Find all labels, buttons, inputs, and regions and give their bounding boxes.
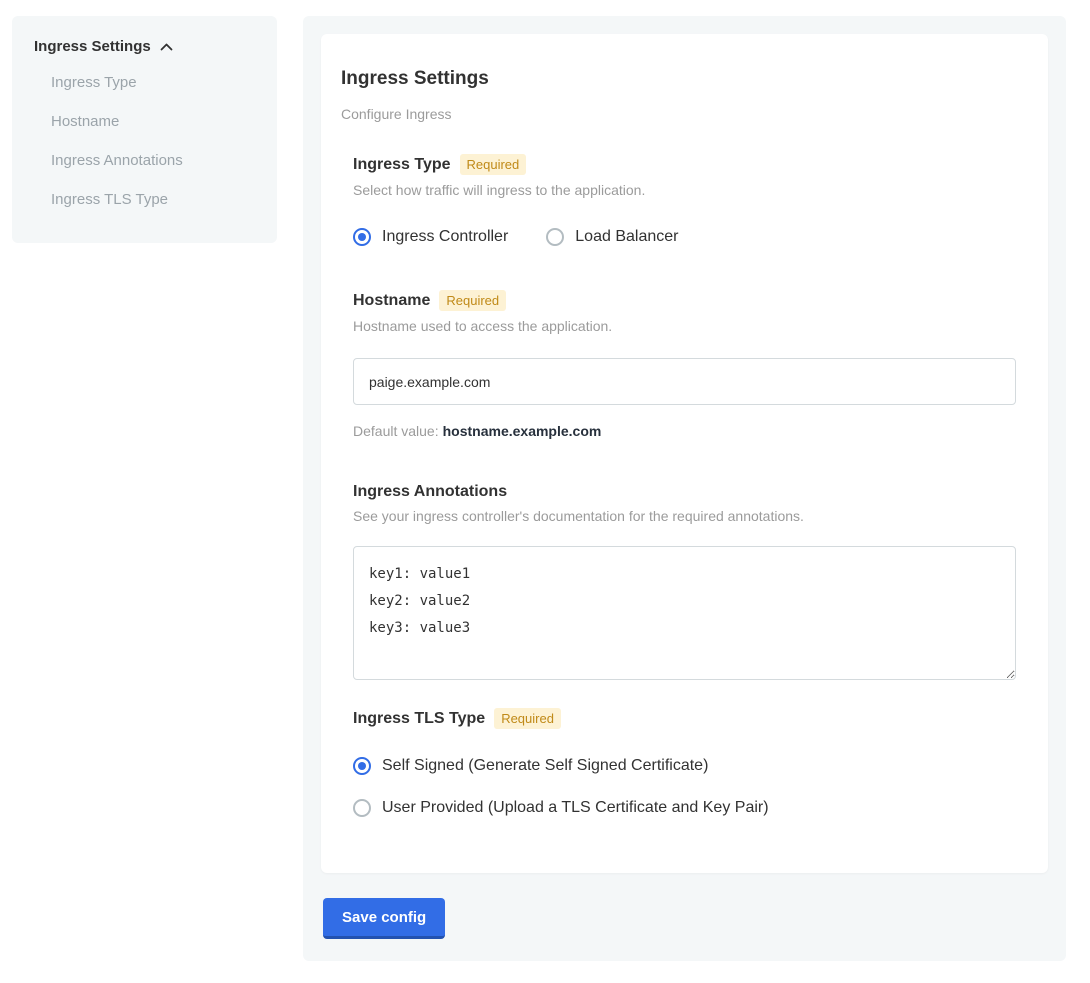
page-subtitle: Configure Ingress	[341, 106, 1028, 122]
radio-icon	[546, 228, 564, 246]
group-hostname: Hostname Required Hostname used to acces…	[353, 290, 1016, 439]
default-prefix: Default value:	[353, 423, 439, 439]
hostname-help: Hostname used to access the application.	[353, 318, 1016, 334]
radio-icon	[353, 799, 371, 817]
radio-label: Load Balancer	[575, 228, 678, 246]
group-ingress-tls-type: Ingress TLS Type Required Self Signed (G…	[353, 708, 1016, 817]
ingress-type-help: Select how traffic will ingress to the a…	[353, 182, 1016, 198]
config-card: Ingress Settings Configure Ingress Ingre…	[321, 34, 1048, 873]
radio-icon	[353, 757, 371, 775]
group-ingress-type: Ingress Type Required Select how traffic…	[353, 154, 1016, 246]
sidebar-group-title: Ingress Settings	[34, 38, 151, 55]
tls-type-label: Ingress TLS Type	[353, 710, 485, 728]
hostname-label: Hostname	[353, 292, 430, 310]
page-title: Ingress Settings	[341, 68, 1028, 90]
sidebar-group-ingress-settings[interactable]: Ingress Settings	[34, 38, 257, 55]
save-config-button[interactable]: Save config	[323, 898, 445, 939]
radio-icon	[353, 228, 371, 246]
chevron-up-icon	[160, 43, 173, 51]
sidebar-item-hostname[interactable]: Hostname	[34, 102, 257, 141]
radio-self-signed[interactable]: Self Signed (Generate Self Signed Certif…	[353, 757, 708, 775]
tls-type-options: Self Signed (Generate Self Signed Certif…	[353, 757, 1016, 817]
config-sidebar: Ingress Settings Ingress Type Hostname I…	[12, 16, 277, 243]
page-layout: Ingress Settings Ingress Type Hostname I…	[0, 0, 1090, 983]
required-badge: Required	[460, 154, 527, 175]
radio-label: Ingress Controller	[382, 228, 508, 246]
hostname-default-line: Default value:hostname.example.com	[353, 423, 1016, 439]
required-badge: Required	[494, 708, 561, 729]
radio-label: Self Signed (Generate Self Signed Certif…	[382, 757, 708, 775]
sidebar-item-ingress-tls-type[interactable]: Ingress TLS Type	[34, 180, 257, 219]
form-body: Ingress Type Required Select how traffic…	[353, 154, 1016, 817]
sidebar-item-ingress-annotations[interactable]: Ingress Annotations	[34, 141, 257, 180]
config-main-panel: Ingress Settings Configure Ingress Ingre…	[303, 16, 1066, 961]
group-ingress-annotations: Ingress Annotations See your ingress con…	[353, 483, 1016, 680]
ingress-type-label: Ingress Type	[353, 156, 451, 174]
sidebar-item-ingress-type[interactable]: Ingress Type	[34, 63, 257, 102]
annotations-label: Ingress Annotations	[353, 483, 507, 501]
ingress-type-options: Ingress Controller Load Balancer	[353, 228, 1016, 246]
radio-user-provided[interactable]: User Provided (Upload a TLS Certificate …	[353, 799, 769, 817]
required-badge: Required	[439, 290, 506, 311]
annotations-help: See your ingress controller's documentat…	[353, 508, 1016, 524]
annotations-textarea[interactable]: key1: value1 key2: value2 key3: value3	[353, 546, 1016, 680]
hostname-input[interactable]	[353, 358, 1016, 405]
radio-load-balancer[interactable]: Load Balancer	[546, 228, 678, 246]
default-value: hostname.example.com	[443, 423, 602, 439]
radio-label: User Provided (Upload a TLS Certificate …	[382, 799, 769, 817]
radio-ingress-controller[interactable]: Ingress Controller	[353, 228, 508, 246]
